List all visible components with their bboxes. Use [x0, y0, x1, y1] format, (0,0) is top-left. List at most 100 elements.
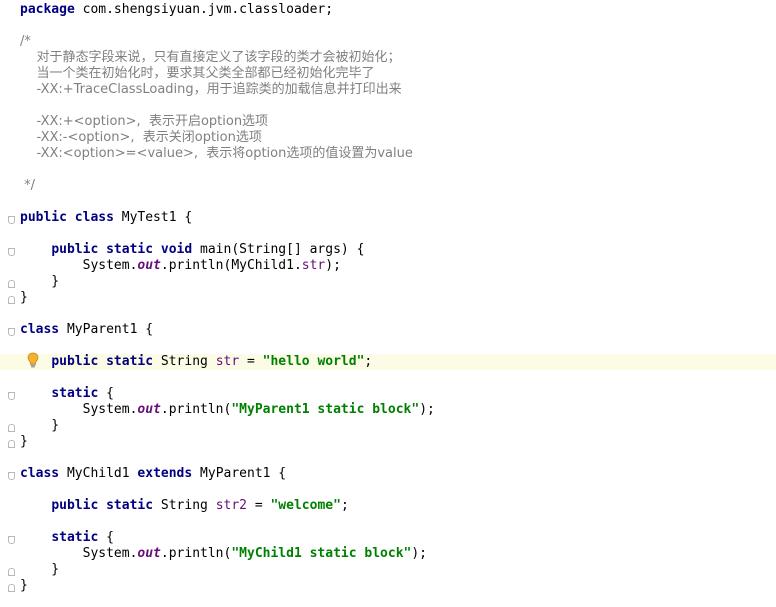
code-line[interactable]: -XX:<option>=<value>, 表示将option选项的值设置为va… [20, 146, 776, 162]
code-text: ); [419, 402, 435, 417]
code-text: .println( [160, 402, 232, 417]
code-text: .println(MyChild1. [160, 258, 302, 273]
code-line[interactable]: System.out.println("MyChild1 static bloc… [20, 546, 776, 562]
fold-start-icon[interactable] [8, 248, 15, 256]
fold-start-icon[interactable] [8, 216, 15, 224]
code-text: .println( [160, 546, 232, 561]
code-line[interactable]: -XX:+TraceClassLoading，用于追踪类的加载信息并打印出来 [20, 82, 776, 98]
code-line[interactable] [20, 98, 776, 114]
code-line[interactable]: class MyParent1 { [20, 322, 776, 338]
code-line[interactable]: public static String str = "hello world"… [0, 354, 776, 370]
fold-start-icon[interactable] [8, 536, 15, 544]
code-text: ; [364, 354, 373, 369]
code-line[interactable]: } [20, 290, 776, 306]
keyword: extends [137, 466, 193, 481]
code-line[interactable]: public static void main(String[] args) { [20, 242, 776, 258]
code-text: } [20, 274, 60, 289]
field-name: str [301, 258, 326, 273]
code-line[interactable]: 对于静态字段来说，只有直接定义了该字段的类才会被初始化； [20, 50, 776, 66]
code-line[interactable] [20, 338, 776, 354]
code-text: String [153, 498, 216, 513]
fold-start-icon[interactable] [8, 328, 15, 336]
fold-end-icon[interactable] [8, 584, 15, 592]
code-editor[interactable]: package com.shengsiyuan.jvm.classloader;… [0, 0, 776, 607]
code-area[interactable]: package com.shengsiyuan.jvm.classloader;… [0, 0, 776, 607]
code-text: = [239, 354, 263, 369]
code-text: ); [411, 546, 428, 561]
comment-text: -XX:<option>=<value>, 表示将option选项的值设置为va… [20, 146, 413, 161]
code-line[interactable]: 当一个类在初始化时，要求其父类全部都已经初始化完毕了 [20, 66, 776, 82]
comment-text: -XX:+<option>, 表示开启option选项 [20, 114, 269, 129]
code-line[interactable]: /* [20, 34, 776, 50]
keyword: public static [51, 354, 154, 369]
code-line[interactable]: } [20, 418, 776, 434]
code-line[interactable] [20, 226, 776, 242]
code-line[interactable]: System.out.println(MyChild1.str); [20, 258, 776, 274]
fold-start-icon[interactable] [8, 392, 15, 400]
comment-text: -XX:-<option>, 表示关闭option选项 [20, 130, 262, 145]
static-field: out [137, 402, 161, 417]
code-text: { [98, 386, 114, 401]
string-literal: "MyParent1 static block" [231, 402, 420, 417]
comment-text: */ [20, 178, 36, 193]
string-literal: "MyChild1 static block" [231, 546, 412, 561]
code-line[interactable]: -XX:+<option>, 表示开启option选项 [20, 114, 776, 130]
code-line[interactable] [20, 514, 776, 530]
intention-bulb-icon[interactable] [27, 352, 39, 368]
field-name: str2 [215, 498, 247, 513]
code-text: } [20, 418, 60, 433]
string-literal: "hello world" [262, 354, 365, 369]
code-text: } [20, 290, 28, 305]
code-line[interactable] [20, 306, 776, 322]
keyword: class [20, 322, 60, 337]
code-line[interactable]: System.out.println("MyParent1 static blo… [20, 402, 776, 418]
comment-text: -XX:+TraceClassLoading，用于追踪类的加载信息并打印出来 [20, 82, 402, 97]
code-text: } [20, 434, 28, 449]
code-text: System. [20, 546, 138, 561]
fold-end-icon[interactable] [8, 296, 15, 304]
code-line[interactable]: static { [20, 530, 776, 546]
code-text: ; [340, 498, 349, 513]
code-line[interactable]: */ [20, 178, 776, 194]
code-line[interactable]: } [20, 274, 776, 290]
code-text: ); [325, 258, 341, 273]
comment-text: 当一个类在初始化时，要求其父类全部都已经初始化完毕了 [20, 66, 375, 81]
comment-text: 对于静态字段来说，只有直接定义了该字段的类才会被初始化； [20, 50, 401, 65]
keyword: public static [51, 498, 154, 513]
code-line[interactable]: static { [20, 386, 776, 402]
code-text: MyParent1 { [192, 466, 287, 481]
fold-end-icon[interactable] [8, 424, 15, 432]
code-line[interactable] [20, 450, 776, 466]
static-field: out [137, 258, 161, 273]
code-text: MyTest1 { [113, 210, 193, 225]
fold-start-icon[interactable] [8, 472, 15, 480]
code-line[interactable] [20, 194, 776, 210]
code-line[interactable] [20, 162, 776, 178]
code-text: = [247, 498, 271, 513]
code-line[interactable]: -XX:-<option>, 表示关闭option选项 [20, 130, 776, 146]
code-text: System. [20, 402, 138, 417]
keyword: public static void [51, 242, 193, 257]
fold-end-icon[interactable] [8, 440, 15, 448]
code-line[interactable] [20, 18, 776, 34]
code-text: main(String[] args) { [192, 242, 365, 257]
code-line[interactable] [20, 370, 776, 386]
fold-end-icon[interactable] [8, 568, 15, 576]
code-line[interactable]: class MyChild1 extends MyParent1 { [20, 466, 776, 482]
code-line[interactable]: public static String str2 = "welcome"; [20, 498, 776, 514]
code-line[interactable]: } [20, 578, 776, 594]
fold-end-icon[interactable] [8, 280, 15, 288]
code-line[interactable] [20, 482, 776, 498]
code-text: System. [20, 258, 138, 273]
code-line[interactable]: package com.shengsiyuan.jvm.classloader; [20, 2, 776, 18]
code-text: com.shengsiyuan.jvm.classloader; [74, 2, 334, 17]
keyword: package [20, 2, 75, 17]
code-line[interactable]: } [20, 562, 776, 578]
code-line[interactable]: public class MyTest1 { [20, 210, 776, 226]
code-text: } [20, 578, 28, 593]
field-name: str [215, 354, 240, 369]
code-line[interactable]: } [20, 434, 776, 450]
